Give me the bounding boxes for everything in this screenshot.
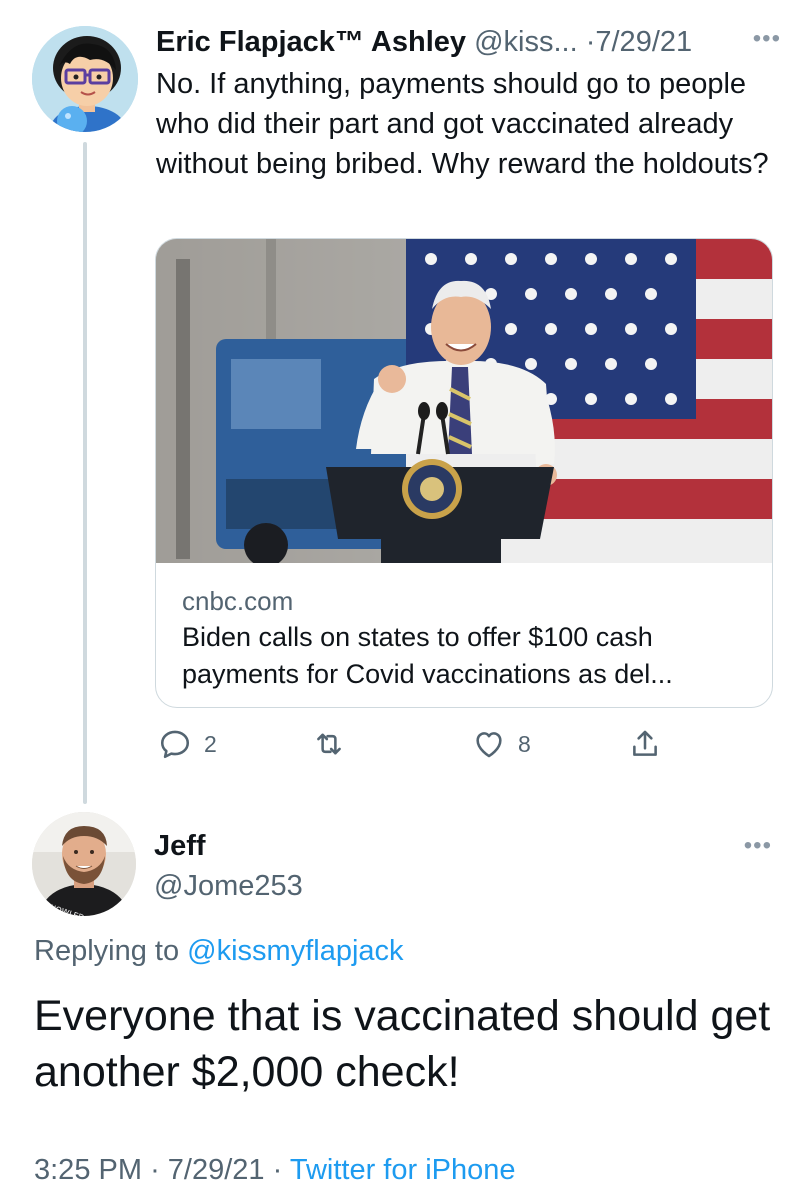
ellipsis-icon[interactable]: ••• [744, 832, 772, 860]
link-preview-card[interactable]: cnbc.com Biden calls on states to offer … [155, 238, 773, 708]
meta-separator-2: · [272, 1154, 283, 1186]
tweet2-text: Everyone that is vaccinated should get a… [34, 992, 771, 1096]
tweet-thread: Eric Flapjack™ Ashley @kiss... ·7/29/21 … [0, 0, 806, 1200]
replying-prefix: Replying to [34, 935, 180, 967]
tweet2-metadata: 3:25 PM · 7/29/21 · Twitter for iPhone [34, 1150, 516, 1190]
tweet2-author-handle[interactable]: @Jome253 [154, 868, 303, 904]
tweet1-author-name[interactable]: Eric Flapjack™ Ashley [156, 26, 466, 58]
tweet2-time[interactable]: 3:25 PM [34, 1154, 142, 1186]
reply-button[interactable]: 2 [158, 724, 217, 764]
meta-separator-1: · [150, 1154, 160, 1186]
retweet-icon [317, 733, 341, 755]
tweet1-separator: · [585, 26, 596, 58]
reply-icon [160, 730, 190, 759]
ellipsis-icon[interactable]: ••• [753, 22, 781, 56]
reply-count: 2 [204, 730, 217, 757]
eric-avatar[interactable] [32, 26, 138, 132]
tweet2-author-name[interactable]: Jeff [154, 828, 206, 864]
tweet1-action-bar: 2 8 [0, 724, 806, 764]
like-button[interactable]: 8 [472, 724, 531, 764]
tweet1-date[interactable]: 7/29/21 [595, 26, 692, 58]
tweet1-text: No. If anything, payments should go to p… [156, 68, 769, 180]
share-icon [633, 730, 657, 756]
card-image [156, 239, 772, 567]
share-button[interactable] [628, 724, 662, 764]
card-domain: cnbc.com [182, 586, 294, 616]
retweet-button[interactable] [312, 724, 358, 764]
like-count: 8 [518, 730, 531, 757]
card-title: Biden calls on states to offer $100 cash… [182, 622, 673, 689]
thread-connector-line [83, 142, 87, 804]
tweet1-header: Eric Flapjack™ Ashley @kiss... ·7/29/21 … [156, 22, 781, 62]
tweet2-date[interactable]: 7/29/21 [168, 1154, 265, 1186]
heart-icon [476, 732, 502, 758]
replying-mention-link[interactable]: @kissmyflapjack [187, 935, 403, 967]
replying-to-line: Replying to @kissmyflapjack [34, 932, 404, 970]
tweet2-source-link[interactable]: Twitter for iPhone [290, 1154, 516, 1186]
tweet1-author-handle[interactable]: @kiss... [474, 26, 578, 58]
jeff-avatar[interactable]: KNOWLED [32, 812, 136, 916]
